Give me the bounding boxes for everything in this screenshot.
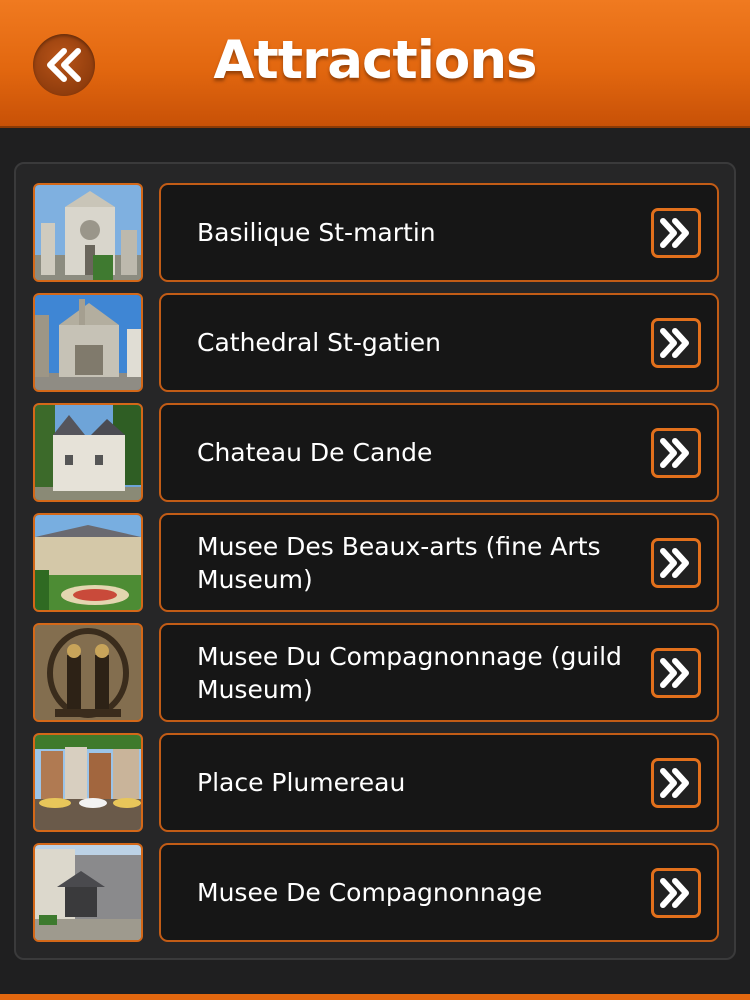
attraction-label: Musee Du Compagnonnage (guild Museum) bbox=[197, 641, 622, 704]
attraction-label: Musee De Compagnonnage bbox=[197, 878, 543, 907]
page-title: Attractions bbox=[213, 30, 537, 91]
open-detail-button[interactable] bbox=[651, 538, 701, 588]
open-detail-button[interactable] bbox=[651, 318, 701, 368]
list-item[interactable]: Basilique St-martin bbox=[0, 183, 750, 283]
courtyard-thumbnail[interactable] bbox=[33, 843, 143, 942]
museum-garden-thumbnail[interactable] bbox=[33, 513, 143, 612]
attraction-button[interactable]: Place Plumereau bbox=[159, 733, 719, 832]
double-chevron-right-icon bbox=[660, 878, 689, 908]
basilica-thumbnail[interactable] bbox=[33, 183, 143, 282]
open-detail-button[interactable] bbox=[651, 648, 701, 698]
list-item[interactable]: Chateau De Cande bbox=[0, 403, 750, 503]
double-chevron-right-icon bbox=[660, 658, 689, 688]
double-chevron-right-icon bbox=[660, 328, 689, 358]
list-item[interactable]: Musee Du Compagnonnage (guild Museum) bbox=[0, 623, 750, 723]
open-detail-button[interactable] bbox=[651, 868, 701, 918]
open-detail-button[interactable] bbox=[651, 208, 701, 258]
square-thumbnail[interactable] bbox=[33, 733, 143, 832]
attraction-button[interactable]: Musee Du Compagnonnage (guild Museum) bbox=[159, 623, 719, 722]
bottom-bar bbox=[0, 994, 750, 1000]
open-detail-button[interactable] bbox=[651, 758, 701, 808]
attraction-button[interactable]: Chateau De Cande bbox=[159, 403, 719, 502]
attraction-button[interactable]: Cathedral St-gatien bbox=[159, 293, 719, 392]
double-chevron-right-icon bbox=[660, 768, 689, 798]
chateau-thumbnail[interactable] bbox=[33, 403, 143, 502]
attraction-button[interactable]: Musee De Compagnonnage bbox=[159, 843, 719, 942]
attraction-label: Basilique St-martin bbox=[197, 218, 436, 247]
list-item[interactable]: Musee De Compagnonnage bbox=[0, 843, 750, 943]
attraction-label: Cathedral St-gatien bbox=[197, 328, 442, 357]
open-detail-button[interactable] bbox=[651, 428, 701, 478]
list-item[interactable]: Place Plumereau bbox=[0, 733, 750, 833]
double-chevron-right-icon bbox=[660, 548, 689, 578]
cathedral-thumbnail[interactable] bbox=[33, 293, 143, 392]
double-chevron-right-icon bbox=[660, 218, 689, 248]
guild-sculpture-thumbnail[interactable] bbox=[33, 623, 143, 722]
app-header: Attractions bbox=[0, 0, 750, 128]
attraction-button[interactable]: Musee Des Beaux-arts (fine Arts Museum) bbox=[159, 513, 719, 612]
attraction-label: Place Plumereau bbox=[197, 768, 406, 797]
attraction-button[interactable]: Basilique St-martin bbox=[159, 183, 719, 282]
list-item[interactable]: Musee Des Beaux-arts (fine Arts Museum) bbox=[0, 513, 750, 613]
list-item[interactable]: Cathedral St-gatien bbox=[0, 293, 750, 393]
attraction-label: Chateau De Cande bbox=[197, 438, 433, 467]
double-chevron-right-icon bbox=[660, 438, 689, 468]
attraction-label: Musee Des Beaux-arts (fine Arts Museum) bbox=[197, 531, 601, 594]
